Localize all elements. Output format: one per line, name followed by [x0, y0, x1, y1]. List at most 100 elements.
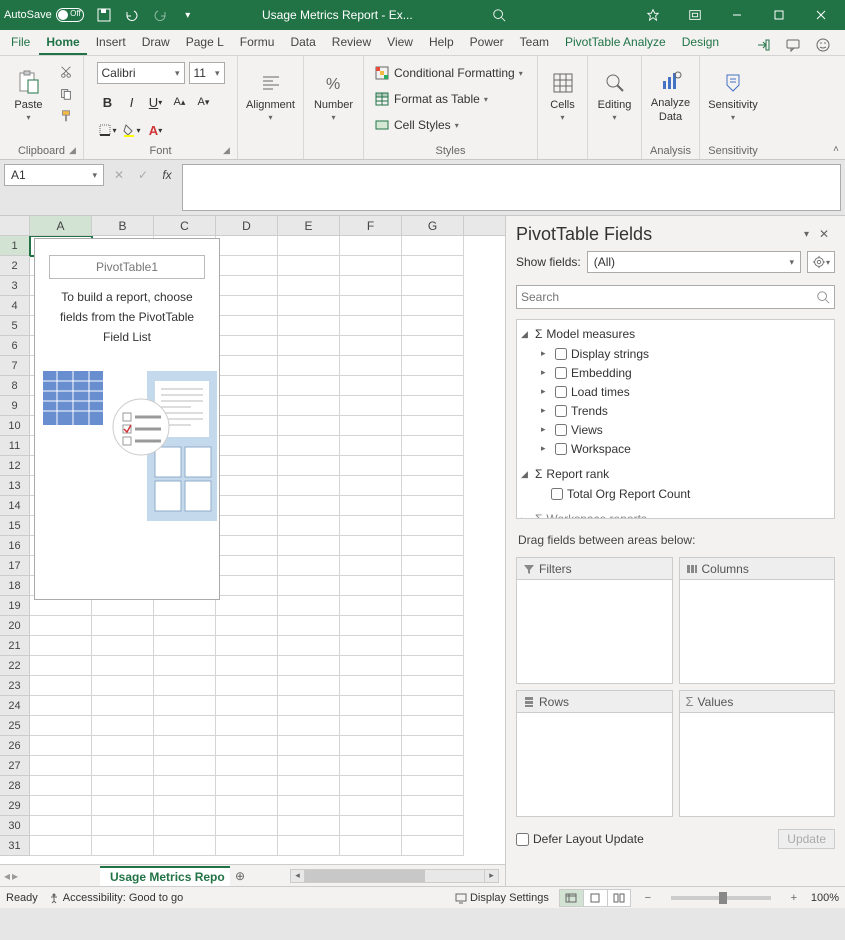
zoom-out-icon[interactable]: − — [641, 892, 655, 904]
row-header[interactable]: 31 — [0, 836, 30, 856]
tab-data[interactable]: Data — [283, 31, 322, 55]
format-as-table-button[interactable]: Format as Table▾ — [370, 88, 492, 110]
tab-team[interactable]: Team — [513, 31, 556, 55]
cell[interactable] — [216, 736, 278, 756]
row-header[interactable]: 19 — [0, 596, 30, 616]
cell[interactable] — [278, 836, 340, 856]
cell[interactable] — [402, 496, 464, 516]
share-icon[interactable] — [751, 35, 775, 55]
cell[interactable] — [278, 536, 340, 556]
cell[interactable] — [278, 696, 340, 716]
cell[interactable] — [340, 816, 402, 836]
view-page-break-icon[interactable] — [607, 889, 631, 907]
cell[interactable] — [278, 236, 340, 256]
cell[interactable] — [216, 336, 278, 356]
cell[interactable] — [278, 316, 340, 336]
cell[interactable] — [340, 376, 402, 396]
row-header[interactable]: 28 — [0, 776, 30, 796]
ribbon-display-icon[interactable] — [675, 1, 715, 29]
cell[interactable] — [216, 616, 278, 636]
cell[interactable] — [402, 436, 464, 456]
cell[interactable] — [278, 416, 340, 436]
cell[interactable] — [278, 556, 340, 576]
cell[interactable] — [402, 696, 464, 716]
maximize-icon[interactable] — [759, 1, 799, 29]
cell[interactable] — [278, 656, 340, 676]
cell[interactable] — [30, 616, 92, 636]
cell[interactable] — [92, 836, 154, 856]
cell[interactable] — [278, 736, 340, 756]
cell[interactable] — [402, 656, 464, 676]
cell[interactable] — [278, 576, 340, 596]
cell[interactable] — [278, 616, 340, 636]
cell[interactable] — [402, 416, 464, 436]
cell[interactable] — [278, 456, 340, 476]
cell[interactable] — [278, 296, 340, 316]
row-header[interactable]: 22 — [0, 656, 30, 676]
tab-design[interactable]: Design — [675, 31, 726, 55]
cell[interactable] — [30, 636, 92, 656]
cell[interactable] — [340, 416, 402, 436]
cell[interactable] — [340, 396, 402, 416]
cell[interactable] — [402, 676, 464, 696]
smiley-icon[interactable] — [811, 35, 835, 55]
row-header[interactable]: 11 — [0, 436, 30, 456]
row-header[interactable]: 26 — [0, 736, 30, 756]
new-sheet-icon[interactable]: ⊕ — [230, 869, 250, 883]
col-header-e[interactable]: E — [278, 216, 340, 235]
cell[interactable] — [216, 676, 278, 696]
cell[interactable] — [340, 476, 402, 496]
tab-formulas[interactable]: Formu — [233, 31, 282, 55]
increase-font-icon[interactable]: A▴ — [169, 92, 191, 112]
cell[interactable] — [402, 456, 464, 476]
cell[interactable] — [402, 616, 464, 636]
row-header[interactable]: 25 — [0, 716, 30, 736]
cell[interactable] — [278, 676, 340, 696]
underline-button[interactable]: U▾ — [145, 92, 167, 112]
clipboard-launcher-icon[interactable]: ◢ — [69, 145, 81, 157]
enter-formula-icon[interactable]: ✓ — [132, 164, 154, 186]
cell[interactable] — [216, 416, 278, 436]
cell[interactable] — [340, 316, 402, 336]
row-header[interactable]: 21 — [0, 636, 30, 656]
cell[interactable] — [154, 736, 216, 756]
cell[interactable] — [30, 836, 92, 856]
field-search[interactable] — [516, 285, 835, 309]
cell[interactable] — [92, 736, 154, 756]
select-all-corner[interactable] — [0, 216, 30, 235]
cell[interactable] — [30, 816, 92, 836]
row-header[interactable]: 13 — [0, 476, 30, 496]
bold-button[interactable]: B — [97, 92, 119, 112]
cell[interactable] — [278, 356, 340, 376]
cell[interactable] — [340, 456, 402, 476]
cell[interactable] — [340, 296, 402, 316]
scroll-left-icon[interactable]: ◂ — [291, 870, 305, 882]
cell[interactable] — [340, 516, 402, 536]
cell[interactable] — [278, 256, 340, 276]
field-group-workspace-reports[interactable]: ▸ΣWorkspace reports — [519, 509, 832, 519]
cell[interactable] — [216, 696, 278, 716]
cell[interactable] — [216, 276, 278, 296]
cell[interactable] — [154, 836, 216, 856]
coming-soon-icon[interactable] — [633, 1, 673, 29]
cell[interactable] — [340, 716, 402, 736]
cell[interactable] — [278, 496, 340, 516]
cell[interactable] — [30, 676, 92, 696]
cell[interactable] — [340, 616, 402, 636]
row-header[interactable]: 30 — [0, 816, 30, 836]
cell[interactable] — [402, 756, 464, 776]
cell[interactable] — [402, 576, 464, 596]
field-total-org-report-count[interactable]: Total Org Report Count — [519, 484, 832, 503]
cell[interactable] — [278, 376, 340, 396]
col-header-d[interactable]: D — [216, 216, 278, 235]
cell[interactable] — [278, 396, 340, 416]
cell[interactable] — [216, 356, 278, 376]
cell[interactable] — [340, 336, 402, 356]
tab-page-layout[interactable]: Page L — [179, 31, 231, 55]
cell[interactable] — [340, 836, 402, 856]
cell[interactable] — [216, 476, 278, 496]
cell[interactable] — [216, 596, 278, 616]
tab-power[interactable]: Power — [463, 31, 511, 55]
cell[interactable] — [216, 776, 278, 796]
update-button[interactable]: Update — [778, 829, 835, 849]
